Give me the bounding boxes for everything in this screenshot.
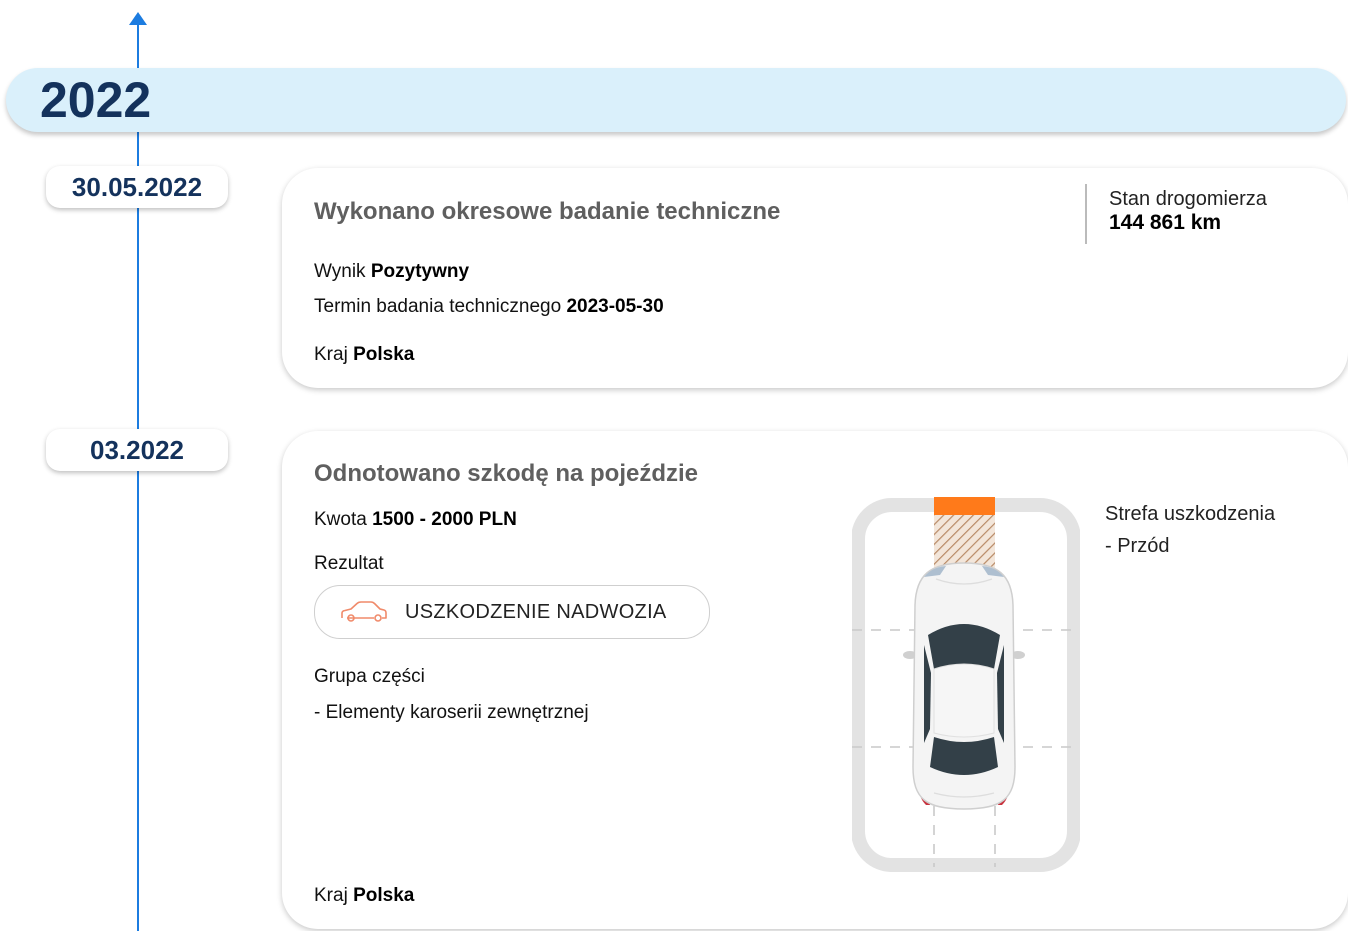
damaged-zone-front-marker [934,497,995,515]
odometer-reading: Stan drogomierza 144 861 km [1085,184,1267,244]
year-heading: 2022 [40,72,152,128]
odometer-value: 144 861 km [1109,211,1222,234]
odometer-label: Stan drogomierza [1109,188,1267,210]
country-value: Polska [353,885,415,906]
event-card-damage: Odnotowano szkodę na pojeździe Kwota 150… [282,431,1348,929]
amount-label: Kwota [314,509,367,530]
event-card-inspection: Wykonano okresowe badanie techniczne Sta… [282,168,1348,388]
timeline-up-arrow-icon [129,12,147,25]
car-damage-icon [339,599,389,625]
event-date-badge: 03.2022 [46,429,228,471]
country-label: Kraj [314,885,348,906]
event-title: Wykonano okresowe badanie techniczne [314,198,781,225]
result-row: Wynik Pozytywny [314,261,469,283]
country-value: Polska [353,344,415,365]
amount-row: Kwota 1500 - 2000 PLN [314,509,517,531]
amount-value: 1500 - 2000 PLN [372,509,517,530]
damage-zone-item: - Przód [1105,535,1170,557]
damage-zone-diagram [851,497,1081,878]
deadline-row: Termin badania technicznego 2023-05-30 [314,296,664,318]
event-title: Odnotowano szkodę na pojeździe [314,460,699,487]
car-top-view-icon [903,562,1025,810]
deadline-label: Termin badania technicznego [314,296,562,317]
timeline-line [137,22,139,931]
outcome-chip-label: USZKODZENIE NADWOZIA [405,600,667,623]
parts-label: Grupa części [314,666,425,687]
parts-item: - Elementy karoserii zewnętrznej [314,702,589,723]
outcome-chip: USZKODZENIE NADWOZIA [314,585,710,639]
country-row: Kraj Polska [314,885,414,907]
country-row: Kraj Polska [314,344,414,366]
year-header-bar [6,68,1346,132]
damage-zone-label: Strefa uszkodzenia [1105,503,1276,525]
country-label: Kraj [314,344,348,365]
result-label: Wynik [314,261,366,282]
result-value: Pozytywny [370,261,470,282]
event-date-badge: 30.05.2022 [46,166,228,208]
deadline-value: 2023-05-30 [566,296,664,317]
outcome-label: Rezultat [314,553,384,574]
